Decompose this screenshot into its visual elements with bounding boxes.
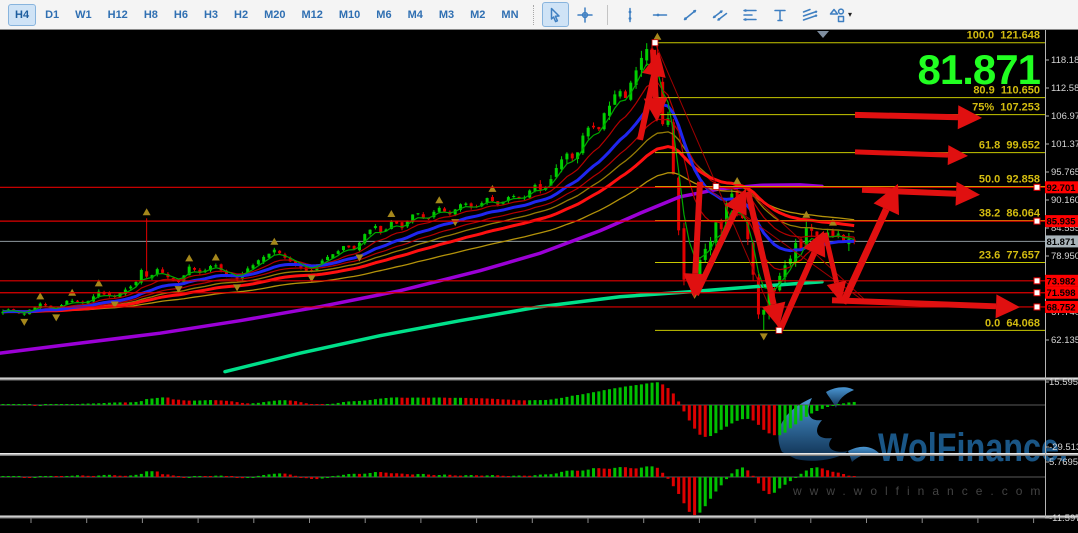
trendline-tool-button[interactable]	[677, 2, 704, 27]
fib-handle[interactable]	[652, 40, 658, 46]
cursor-icon	[546, 6, 564, 24]
vertical-line-tool-button[interactable]	[617, 2, 644, 27]
indicator-tick: -11.5975	[1049, 513, 1078, 524]
shapes-icon	[828, 6, 846, 24]
price-tick: 101.370	[1051, 139, 1078, 150]
price-tick: 62.135	[1051, 335, 1078, 346]
fib-label-61.8: 61.8 99.652	[979, 140, 1040, 152]
sr-line-handle[interactable]	[1034, 290, 1040, 296]
price-chart[interactable]: WolFinance. www.wolfinance.com 100.0 121…	[0, 0, 1078, 533]
timeframe-button-m12[interactable]: M12	[294, 4, 329, 26]
price-tick: 95.765	[1051, 167, 1078, 178]
sr-line-handle[interactable]	[1034, 278, 1040, 284]
fib-label-75%: 75% 107.253	[972, 102, 1040, 114]
terminal-window: H4D1W1H12H8H6H3H2M20M12M10M6M4M3M2MN ▾ W…	[0, 0, 1078, 533]
svg-text:71.598: 71.598	[1046, 288, 1075, 299]
waves-icon	[801, 6, 819, 24]
timeframe-button-m4[interactable]: M4	[401, 4, 430, 26]
timeframe-button-mn[interactable]: MN	[494, 4, 525, 26]
timeframe-button-h8[interactable]: H8	[137, 4, 165, 26]
timeframe-button-h4[interactable]: H4	[8, 4, 36, 26]
svg-text:92.701: 92.701	[1046, 183, 1076, 194]
price-tick: 112.580	[1051, 83, 1078, 94]
toolbar: H4D1W1H12H8H6H3H2M20M12M10M6M4M3M2MN ▾	[0, 0, 1078, 30]
fib-label-23.6: 23.6 77.657	[979, 249, 1040, 261]
drawing-tools-toolbar: ▾	[542, 2, 854, 27]
indicator-tick: 5.76952	[1049, 457, 1078, 468]
sr-line-handle[interactable]	[1034, 218, 1040, 224]
watermark-brand: WolFinance.	[878, 426, 1068, 470]
text-tool-button[interactable]	[767, 2, 794, 27]
channel-icon	[711, 6, 729, 24]
vertical-line-icon	[621, 6, 639, 24]
price-tick: 78.950	[1051, 251, 1078, 262]
fib-label-100.0: 100.0 121.648	[967, 30, 1040, 42]
price-tick: 118.185	[1051, 55, 1078, 66]
indicator-tick: 15.5951	[1049, 377, 1078, 388]
crosshair-tool-button[interactable]	[572, 2, 599, 27]
horizontal-line-icon	[651, 6, 669, 24]
svg-text:85.935: 85.935	[1046, 217, 1076, 228]
timeframe-button-h2[interactable]: H2	[227, 4, 255, 26]
timeframe-button-h3[interactable]: H3	[197, 4, 225, 26]
fibonacci-tool-button[interactable]	[737, 2, 764, 27]
sr-line-handle[interactable]	[1034, 304, 1040, 310]
text-icon	[771, 6, 789, 24]
current-price-display: 81.871	[918, 46, 1041, 93]
toolbar-separator	[533, 5, 535, 25]
svg-text:81.871: 81.871	[1046, 237, 1076, 248]
watermark-url: www.wolfinance.com	[792, 484, 1048, 498]
timeframe-button-h6[interactable]: H6	[167, 4, 195, 26]
crosshair-icon	[576, 6, 594, 24]
fib-label-50.0: 50.0 92.858	[979, 174, 1040, 186]
fib-label-0.0: 0.0 64.068	[985, 317, 1040, 329]
toolbar-separator	[607, 5, 609, 25]
trendline-icon	[681, 6, 699, 24]
sr-line-handle[interactable]	[1034, 184, 1040, 190]
channel-tool-button[interactable]	[707, 2, 734, 27]
timeframe-button-m6[interactable]: M6	[369, 4, 398, 26]
timeframe-button-w1[interactable]: W1	[68, 4, 99, 26]
timeframe-button-m3[interactable]: M3	[432, 4, 461, 26]
cursor-tool-button[interactable]	[542, 2, 569, 27]
fib-handle[interactable]	[713, 184, 719, 190]
horizontal-line-tool-button[interactable]	[647, 2, 674, 27]
timeframe-button-m10[interactable]: M10	[332, 4, 367, 26]
fibonacci-icon	[741, 6, 759, 24]
fib-handle[interactable]	[776, 327, 782, 333]
shapes-tool-button[interactable]: ▾	[827, 2, 854, 27]
timeframe-button-h12[interactable]: H12	[101, 4, 135, 26]
svg-text:68.752: 68.752	[1046, 302, 1075, 313]
timeframe-button-d1[interactable]: D1	[38, 4, 66, 26]
waves-tool-button[interactable]	[797, 2, 824, 27]
indicator-tick: -29.5133	[1049, 442, 1078, 453]
fib-label-38.2: 38.2 86.064	[979, 207, 1041, 219]
svg-text:73.982: 73.982	[1046, 276, 1075, 287]
price-tick: 90.160	[1051, 195, 1078, 206]
timeframe-toolbar: H4D1W1H12H8H6H3H2M20M12M10M6M4M3M2MN	[8, 4, 526, 26]
price-tick: 106.975	[1051, 111, 1078, 122]
dropdown-caret-icon[interactable]: ▾	[848, 10, 852, 19]
timeframe-button-m2[interactable]: M2	[463, 4, 492, 26]
timeframe-button-m20[interactable]: M20	[257, 4, 292, 26]
